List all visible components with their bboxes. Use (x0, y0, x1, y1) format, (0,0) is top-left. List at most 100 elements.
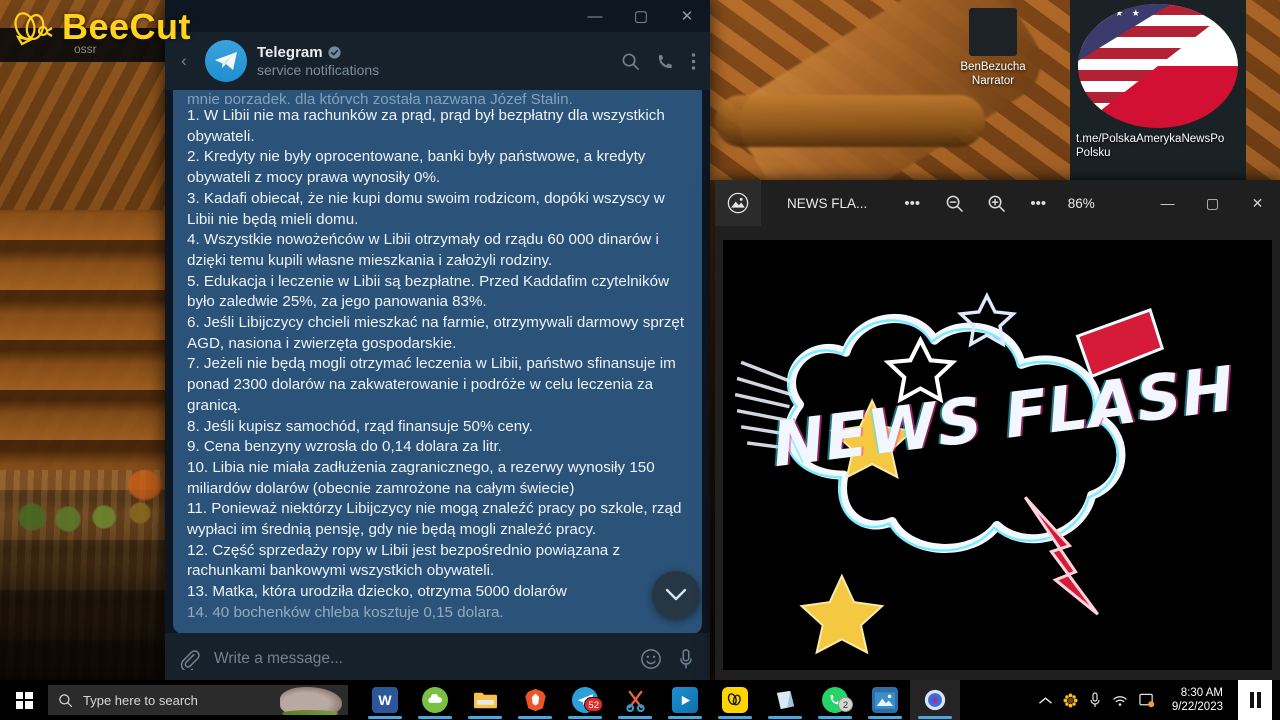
telegram-titlebar[interactable]: — ▢ ✕ (165, 0, 710, 32)
channel-tile-label-line1: t.me/PolskaAmerykaNewsPo (1076, 133, 1225, 145)
photos-zoom-level: 86% (1067, 195, 1095, 211)
phone-icon[interactable] (656, 52, 675, 71)
message-line: 3. Kadafi obiecał, że nie kupi domu swoi… (187, 189, 665, 228)
taskbar-app-movies-tv[interactable] (660, 680, 710, 720)
telegram-message-list[interactable]: mnie porządek, dla których została nazwa… (165, 90, 710, 633)
photos-minimize-button[interactable]: — (1145, 180, 1190, 226)
rhino-decoration-icon (280, 687, 342, 715)
paperclip-icon[interactable] (179, 649, 200, 670)
telegram-minimize-button[interactable]: — (572, 0, 618, 32)
mega-cloud-icon (422, 687, 448, 713)
taskbar-app-whatsapp[interactable]: 2 (810, 680, 860, 720)
telegram-chat-name: Telegram (257, 44, 323, 61)
taskbar-running-indicator (468, 716, 502, 719)
usa-poland-flag-icon: ★ ★ ★ ★ (1078, 4, 1238, 128)
telegram-chat-header: ‹ Telegram service notifications (165, 32, 710, 90)
brave-lion-icon (522, 687, 548, 713)
photos-file-title: NEWS FLA... (787, 195, 868, 211)
taskbar-app-file-explorer[interactable] (460, 680, 510, 720)
taskbar-running-indicator (618, 716, 652, 719)
telegram-composer[interactable]: Write a message... (165, 633, 710, 685)
us-flag-stars: ★ ★ ★ ★ (1082, 8, 1143, 18)
channel-tile[interactable]: ★ ★ ★ ★ t.me/PolskaAmerykaNewsPo Polsku (1070, 0, 1246, 180)
pause-icon[interactable] (1238, 680, 1272, 720)
taskbar-app-sticky-notes[interactable] (760, 680, 810, 720)
background-window-title[interactable]: ossr (0, 28, 170, 62)
taskbar-date: 9/22/2023 (1171, 701, 1223, 713)
whatsapp-unread-badge: 2 (838, 697, 853, 712)
action-center-icon[interactable] (1139, 693, 1155, 708)
taskbar-app-beecut[interactable] (710, 680, 760, 720)
taskbar-search-box[interactable]: Type here to search (48, 685, 348, 715)
message-line: 8. Jeśli kupisz samochód, rząd finansuje… (187, 417, 533, 435)
microphone-icon[interactable] (1089, 692, 1101, 708)
taskbar-clock[interactable]: 8:30 AM 9/22/2023 (1166, 686, 1227, 714)
zoom-in-icon[interactable] (975, 180, 1017, 226)
message-line: 13. Matka, która urodziła dziecko, otrzy… (187, 583, 567, 601)
telegram-maximize-button[interactable]: ▢ (618, 0, 664, 32)
message-input[interactable]: Write a message... (214, 650, 626, 668)
microphone-icon[interactable] (676, 648, 696, 670)
taskbar-app-brave[interactable] (510, 680, 560, 720)
message-line: 4. Wszystkie nowożeńców w Libii otrzymał… (187, 231, 659, 269)
telegram-close-button[interactable]: ✕ (664, 0, 710, 32)
more-vertical-icon[interactable] (691, 52, 696, 71)
photos-more-left-button[interactable]: ••• (891, 180, 933, 226)
movies-tv-icon (672, 687, 698, 713)
photos-app-icon[interactable] (715, 180, 761, 226)
taskbar-search-input[interactable]: Type here to search (83, 693, 198, 708)
desktop-icon-label-line1: BenBezucha (960, 61, 1026, 73)
telegram-chat-name-row: Telegram (257, 44, 611, 61)
wallpaper-vegetables (10, 495, 160, 535)
message-line: 2. Kredyty nie były oprocentowane, banki… (187, 148, 646, 187)
desktop-icon-narrator[interactable]: BenBezucha Narrator (945, 8, 1041, 88)
smiley-icon[interactable] (640, 648, 662, 670)
chevron-up-icon[interactable] (1039, 696, 1052, 705)
search-icon[interactable] (621, 52, 640, 71)
message-line: 1. W Libii nie ma rachunków za prąd, prą… (187, 107, 665, 145)
telegram-message-bubble[interactable]: mnie porządek, dla których została nazwa… (173, 90, 702, 633)
taskbar-app-photos[interactable] (860, 680, 910, 720)
message-line: 12. Część sprzedaży ropy w Libii jest be… (187, 541, 621, 580)
telegram-chat-titles: Telegram service notifications (257, 44, 611, 78)
taskbar-running-indicator (568, 716, 602, 719)
message-clipped-top-line: mnie porządek, dla których została nazwa… (187, 91, 573, 104)
chevron-down-icon[interactable] (652, 571, 700, 619)
taskbar-app-word[interactable]: W (360, 680, 410, 720)
desktop-icon-label-line2: Narrator (971, 75, 1015, 87)
taskbar: Type here to search W 52 2 8:30 AM 9/22/… (0, 680, 1280, 720)
photos-maximize-button[interactable]: ▢ (1190, 180, 1235, 226)
photos-image-canvas[interactable]: NEWS FLASH (723, 240, 1272, 670)
taskbar-app-snipping-tool[interactable] (610, 680, 660, 720)
message-line: 5. Edukacja i leczenie w Libii są bezpła… (187, 272, 670, 311)
taskbar-running-indicator (418, 716, 452, 719)
telegram-chat-avatar[interactable] (205, 40, 247, 82)
wallpaper-pumpkin (128, 470, 162, 500)
taskbar-app-mega[interactable] (410, 680, 460, 720)
word-icon: W (372, 687, 398, 713)
taskbar-app-buttons: W 52 2 (360, 680, 960, 720)
wallpaper-horizontal-log (715, 95, 985, 147)
news-flash-graphic: NEWS FLASH (723, 240, 1272, 670)
taskbar-time: 8:30 AM (1180, 687, 1223, 699)
taskbar-app-telegram[interactable]: 52 (560, 680, 610, 720)
search-icon (59, 693, 73, 707)
telegram-chat-subtitle: service notifications (257, 62, 380, 78)
message-line: 9. Cena benzyny wzrosła do 0,14 dolara z… (187, 438, 502, 456)
photos-more-right-button[interactable]: ••• (1017, 180, 1059, 226)
telegram-plane-icon (215, 52, 237, 70)
windows-start-icon[interactable] (0, 680, 48, 720)
sunflower-icon[interactable] (1063, 692, 1078, 708)
zoom-out-icon[interactable] (933, 180, 975, 226)
taskbar-app-loading[interactable] (910, 680, 960, 720)
scissors-icon (622, 687, 648, 713)
sticky-notes-icon (772, 687, 798, 713)
taskbar-running-indicator (768, 716, 802, 719)
photos-viewer-window: NEWS FLA... ••• ••• 86% — ▢ ✕ NEWS FLASH (715, 180, 1280, 680)
taskbar-running-indicator (718, 716, 752, 719)
message-line: 6. Jeśli Libijczycy chcieli mieszkać na … (187, 314, 685, 352)
taskbar-running-indicator (368, 716, 402, 719)
wifi-icon[interactable] (1112, 694, 1128, 707)
back-arrow-icon[interactable]: ‹ (173, 51, 195, 71)
photos-close-button[interactable]: ✕ (1235, 180, 1280, 226)
